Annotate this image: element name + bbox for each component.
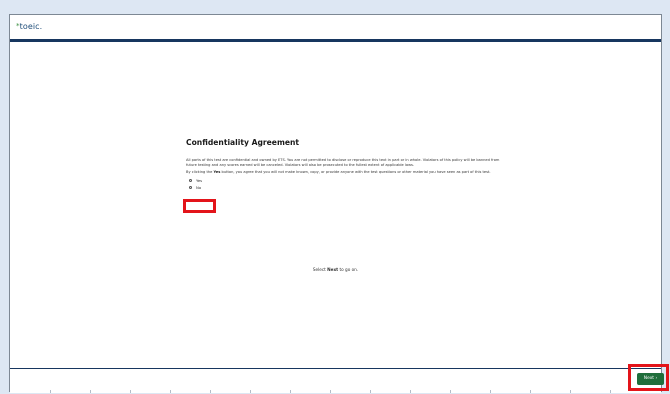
tick-mark — [290, 390, 291, 393]
tick-mark — [530, 390, 531, 393]
prompt-next-bold: Next — [327, 267, 339, 272]
select-next-prompt: Select Next to go on. — [10, 267, 661, 272]
tick-mark — [130, 390, 131, 393]
tick-mark — [570, 390, 571, 393]
next-button[interactable]: Next › — [637, 373, 664, 385]
tick-mark — [410, 390, 411, 393]
no-option[interactable]: No — [186, 184, 506, 191]
next-button-label: Next — [643, 376, 655, 381]
chevron-right-icon: › — [655, 376, 658, 381]
agreement-panel: Confidentiality Agreement All parts of t… — [186, 138, 506, 191]
tick-mark — [490, 390, 491, 393]
tick-mark — [330, 390, 331, 393]
tick-mark — [370, 390, 371, 393]
tick-mark — [170, 390, 171, 393]
tick-mark — [610, 390, 611, 393]
tick-mark — [90, 390, 91, 393]
header: *toeic. — [10, 15, 661, 39]
agreement-title: Confidentiality Agreement — [186, 138, 300, 147]
yes-radio-icon[interactable] — [189, 179, 192, 182]
logo-text: toeic. — [19, 22, 43, 31]
tick-mark — [210, 390, 211, 393]
prompt-text-after: to go on. — [338, 267, 359, 272]
toeic-logo: *toeic. — [16, 22, 42, 31]
agreement-paragraph-1: All parts of this test are confidential … — [186, 158, 500, 167]
footer-divider — [10, 368, 661, 369]
yes-option[interactable]: Yes — [186, 177, 506, 184]
agreement-paragraph-2: By clicking the Yes button, you agree th… — [186, 170, 506, 175]
tick-mark — [450, 390, 451, 393]
tick-mark — [250, 390, 251, 393]
no-option-label: No — [196, 185, 202, 190]
header-divider — [10, 39, 661, 42]
paragraph-2-text-after: button, you agree that you will not make… — [220, 170, 491, 174]
prompt-text-before: Select — [312, 267, 328, 272]
tick-mark — [50, 390, 51, 393]
yes-option-label: Yes — [196, 178, 203, 183]
test-window: *toeic. Confidentiality Agreement All pa… — [9, 14, 662, 393]
no-radio-icon[interactable] — [189, 186, 192, 189]
paragraph-2-text-before: By clicking the — [186, 170, 214, 174]
bottom-strip — [10, 385, 661, 393]
